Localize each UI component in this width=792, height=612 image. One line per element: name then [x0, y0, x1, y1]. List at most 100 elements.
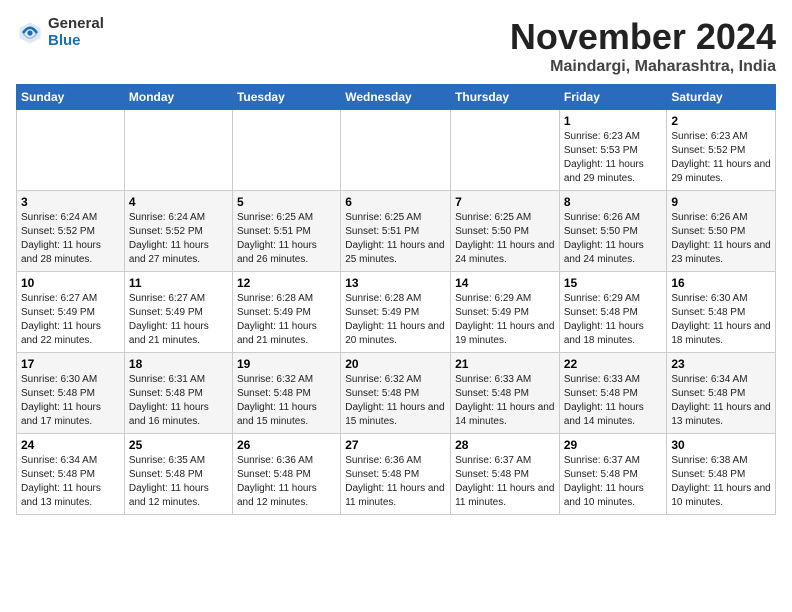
calendar-week-3: 10Sunrise: 6:27 AM Sunset: 5:49 PM Dayli… [17, 272, 776, 353]
calendar-cell: 20 Sunrise: 6:32 AM Sunset: 5:48 PM Dayli… [341, 353, 451, 434]
calendar-cell: 27 Sunrise: 6:36 AM Sunset: 5:48 PM Dayli… [341, 434, 451, 515]
day-info: Sunrise: 6:30 AM Sunset: 5:48 PM Dayligh… [21, 373, 120, 429]
day-info: Sunrise: 6:32 AM Sunset: 5:48 PM Dayligh… [345, 373, 446, 429]
calendar-week-1: 1 Sunrise: 6:23 AM Sunset: 5:53 PM Daylig… [17, 110, 776, 191]
calendar-cell: 24 Sunrise: 6:34 AM Sunset: 5:48 PM Dayli… [17, 434, 125, 515]
day-number: 24 [21, 438, 120, 452]
day-info: Sunrise: 6:36 AM Sunset: 5:48 PM Dayligh… [345, 454, 446, 510]
calendar-cell: 16Sunrise: 6:30 AM Sunset: 5:48 PM Dayli… [667, 272, 776, 353]
calendar-cell: 30 Sunrise: 6:38 AM Sunset: 5:48 PM Dayli… [667, 434, 776, 515]
day-info: Sunrise: 6:25 AM Sunset: 5:51 PM Dayligh… [345, 211, 446, 267]
day-number: 2 [671, 114, 771, 128]
day-number: 9 [671, 195, 771, 209]
day-number: 7 [455, 195, 555, 209]
day-number: 29 [564, 438, 663, 452]
day-info: Sunrise: 6:23 AM Sunset: 5:52 PM Dayligh… [671, 130, 771, 186]
day-number: 15 [564, 276, 663, 290]
calendar-cell: 13 Sunrise: 6:28 AM Sunset: 5:49 PM Dayli… [341, 272, 451, 353]
day-info: Sunrise: 6:36 AM Sunset: 5:48 PM Dayligh… [237, 454, 336, 510]
page-header: General Blue November 2024 Maindargi, Ma… [16, 16, 776, 76]
day-info: Sunrise: 6:30 AM Sunset: 5:48 PM Dayligh… [671, 292, 771, 348]
calendar-cell: 19 Sunrise: 6:32 AM Sunset: 5:48 PM Dayli… [232, 353, 340, 434]
calendar-header-wednesday: Wednesday [341, 85, 451, 110]
day-number: 8 [564, 195, 663, 209]
day-info: Sunrise: 6:26 AM Sunset: 5:50 PM Dayligh… [671, 211, 771, 267]
day-number: 14 [455, 276, 555, 290]
day-number: 27 [345, 438, 446, 452]
day-number: 19 [237, 357, 336, 371]
calendar-header-tuesday: Tuesday [232, 85, 340, 110]
calendar-cell: 14 Sunrise: 6:29 AM Sunset: 5:49 PM Dayli… [451, 272, 560, 353]
day-number: 30 [671, 438, 771, 452]
day-number: 5 [237, 195, 336, 209]
calendar-cell: 11Sunrise: 6:27 AM Sunset: 5:49 PM Dayli… [124, 272, 232, 353]
day-number: 20 [345, 357, 446, 371]
day-info: Sunrise: 6:34 AM Sunset: 5:48 PM Dayligh… [21, 454, 120, 510]
day-info: Sunrise: 6:32 AM Sunset: 5:48 PM Dayligh… [237, 373, 336, 429]
calendar-cell [341, 110, 451, 191]
calendar-cell: 3 Sunrise: 6:24 AM Sunset: 5:52 PM Daylig… [17, 191, 125, 272]
day-number: 13 [345, 276, 446, 290]
calendar-table: SundayMondayTuesdayWednesdayThursdayFrid… [16, 84, 776, 515]
day-info: Sunrise: 6:28 AM Sunset: 5:49 PM Dayligh… [237, 292, 336, 348]
logo-icon [16, 19, 44, 47]
day-info: Sunrise: 6:23 AM Sunset: 5:53 PM Dayligh… [564, 130, 663, 186]
day-info: Sunrise: 6:25 AM Sunset: 5:51 PM Dayligh… [237, 211, 336, 267]
calendar-cell: 21Sunrise: 6:33 AM Sunset: 5:48 PM Dayli… [451, 353, 560, 434]
logo-general-text: General [48, 16, 104, 33]
calendar-cell: 12Sunrise: 6:28 AM Sunset: 5:49 PM Dayli… [232, 272, 340, 353]
day-number: 25 [129, 438, 228, 452]
day-info: Sunrise: 6:31 AM Sunset: 5:48 PM Dayligh… [129, 373, 228, 429]
calendar-week-5: 24 Sunrise: 6:34 AM Sunset: 5:48 PM Dayli… [17, 434, 776, 515]
calendar-cell: 4Sunrise: 6:24 AM Sunset: 5:52 PM Daylig… [124, 191, 232, 272]
calendar-cell: 18 Sunrise: 6:31 AM Sunset: 5:48 PM Dayli… [124, 353, 232, 434]
day-info: Sunrise: 6:29 AM Sunset: 5:49 PM Dayligh… [455, 292, 555, 348]
calendar-cell: 17Sunrise: 6:30 AM Sunset: 5:48 PM Dayli… [17, 353, 125, 434]
calendar-week-2: 3 Sunrise: 6:24 AM Sunset: 5:52 PM Daylig… [17, 191, 776, 272]
calendar-header-friday: Friday [559, 85, 667, 110]
calendar-cell [451, 110, 560, 191]
day-info: Sunrise: 6:37 AM Sunset: 5:48 PM Dayligh… [564, 454, 663, 510]
day-info: Sunrise: 6:34 AM Sunset: 5:48 PM Dayligh… [671, 373, 771, 429]
day-info: Sunrise: 6:38 AM Sunset: 5:48 PM Dayligh… [671, 454, 771, 510]
calendar-cell [124, 110, 232, 191]
logo: General Blue [16, 16, 104, 49]
calendar-cell: 10Sunrise: 6:27 AM Sunset: 5:49 PM Dayli… [17, 272, 125, 353]
location-subtitle: Maindargi, Maharashtra, India [510, 58, 776, 76]
calendar-week-4: 17Sunrise: 6:30 AM Sunset: 5:48 PM Dayli… [17, 353, 776, 434]
calendar-cell: 2 Sunrise: 6:23 AM Sunset: 5:52 PM Daylig… [667, 110, 776, 191]
day-number: 28 [455, 438, 555, 452]
day-info: Sunrise: 6:35 AM Sunset: 5:48 PM Dayligh… [129, 454, 228, 510]
month-title: November 2024 [510, 16, 776, 58]
day-number: 3 [21, 195, 120, 209]
day-info: Sunrise: 6:37 AM Sunset: 5:48 PM Dayligh… [455, 454, 555, 510]
calendar-cell: 25 Sunrise: 6:35 AM Sunset: 5:48 PM Dayli… [124, 434, 232, 515]
day-number: 1 [564, 114, 663, 128]
calendar-cell: 15 Sunrise: 6:29 AM Sunset: 5:48 PM Dayli… [559, 272, 667, 353]
day-number: 6 [345, 195, 446, 209]
calendar-cell [17, 110, 125, 191]
calendar-cell: 29 Sunrise: 6:37 AM Sunset: 5:48 PM Dayli… [559, 434, 667, 515]
calendar-header-sunday: Sunday [17, 85, 125, 110]
day-info: Sunrise: 6:25 AM Sunset: 5:50 PM Dayligh… [455, 211, 555, 267]
calendar-cell: 26 Sunrise: 6:36 AM Sunset: 5:48 PM Dayli… [232, 434, 340, 515]
day-number: 22 [564, 357, 663, 371]
calendar-header-row: SundayMondayTuesdayWednesdayThursdayFrid… [17, 85, 776, 110]
logo-blue-text: Blue [48, 33, 104, 50]
day-info: Sunrise: 6:24 AM Sunset: 5:52 PM Dayligh… [21, 211, 120, 267]
calendar-header-saturday: Saturday [667, 85, 776, 110]
calendar-header-thursday: Thursday [451, 85, 560, 110]
day-info: Sunrise: 6:28 AM Sunset: 5:49 PM Dayligh… [345, 292, 446, 348]
day-info: Sunrise: 6:26 AM Sunset: 5:50 PM Dayligh… [564, 211, 663, 267]
logo-text: General Blue [48, 16, 104, 49]
day-info: Sunrise: 6:29 AM Sunset: 5:48 PM Dayligh… [564, 292, 663, 348]
day-number: 18 [129, 357, 228, 371]
calendar-header-monday: Monday [124, 85, 232, 110]
calendar-cell: 5 Sunrise: 6:25 AM Sunset: 5:51 PM Daylig… [232, 191, 340, 272]
calendar-cell: 7 Sunrise: 6:25 AM Sunset: 5:50 PM Daylig… [451, 191, 560, 272]
calendar-cell [232, 110, 340, 191]
day-info: Sunrise: 6:33 AM Sunset: 5:48 PM Dayligh… [564, 373, 663, 429]
day-number: 26 [237, 438, 336, 452]
calendar-cell: 28 Sunrise: 6:37 AM Sunset: 5:48 PM Dayli… [451, 434, 560, 515]
calendar-cell: 22 Sunrise: 6:33 AM Sunset: 5:48 PM Dayli… [559, 353, 667, 434]
